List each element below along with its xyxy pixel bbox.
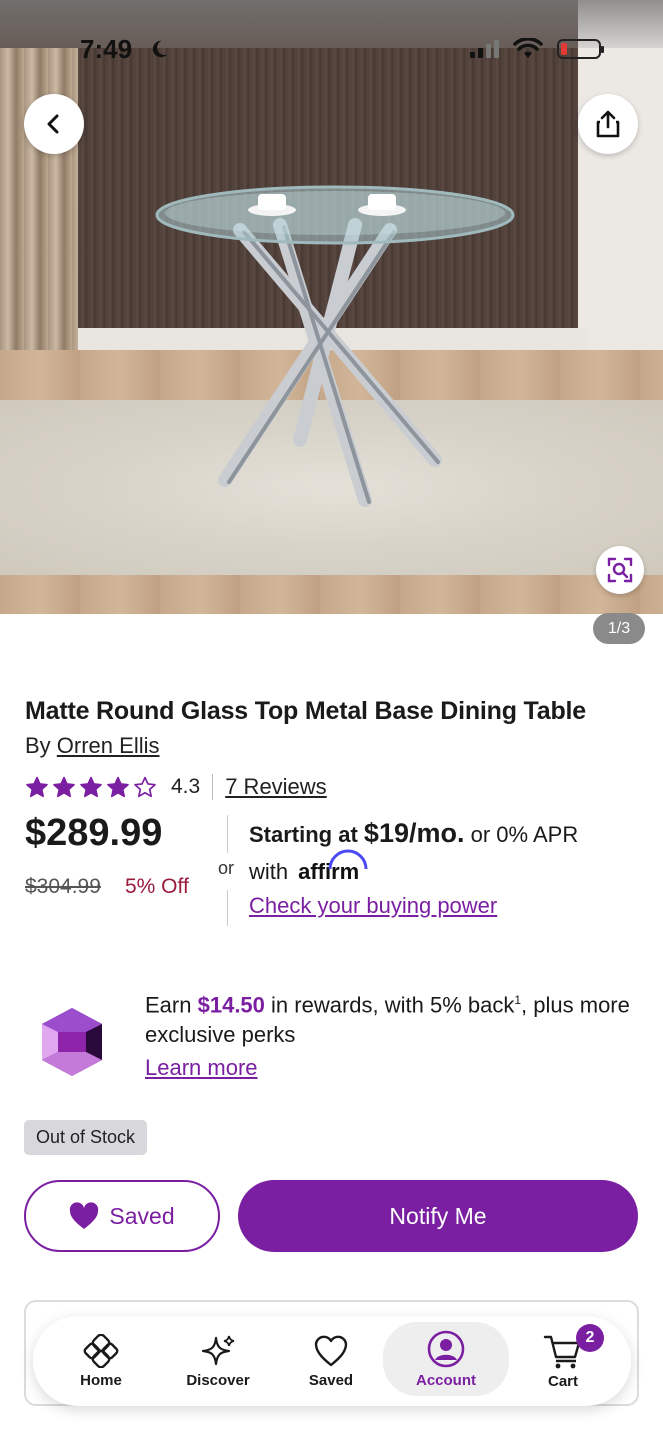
chevron-left-icon	[47, 114, 59, 134]
rating-divider	[212, 774, 214, 800]
product-image[interactable]: 7:49	[0, 0, 663, 614]
financing-provider-line: with affirm	[249, 849, 649, 885]
curtain	[0, 48, 78, 358]
monthly-price: $19/mo.	[363, 818, 465, 848]
rewards-gem-icon	[42, 1008, 102, 1076]
saved-button[interactable]: Saved	[24, 1180, 220, 1252]
tab-account[interactable]: Account	[383, 1322, 509, 1396]
financing-offer: Starting at $19/mo. or 0% APR with affir…	[249, 818, 649, 919]
share-button[interactable]	[578, 94, 638, 154]
tab-saved-label: Saved	[308, 1371, 354, 1389]
star-filled-icon	[26, 776, 48, 798]
star-filled-icon	[53, 776, 75, 798]
cellular-signal-icon	[470, 40, 499, 58]
visual-search-icon	[607, 557, 633, 583]
with-label: with	[249, 859, 289, 884]
apr-text: or 0% APR	[470, 822, 579, 847]
tab-home[interactable]: Home	[57, 1316, 145, 1406]
back-button[interactable]	[24, 94, 84, 154]
sparkle-icon	[201, 1335, 235, 1365]
saved-button-label: Saved	[109, 1202, 175, 1229]
tab-cart-label: Cart	[547, 1372, 578, 1390]
product-title: Matte Round Glass Top Metal Base Dining …	[25, 697, 586, 725]
notify-me-button[interactable]: Notify Me	[238, 1180, 638, 1252]
heart-filled-icon	[70, 1202, 99, 1229]
image-pager-counter: 1/3	[593, 613, 645, 644]
heart-icon	[314, 1335, 348, 1366]
rewards-text: Earn $14.50 in rewards, with 5% back1, p…	[145, 985, 635, 1050]
tab-discover[interactable]: Discover	[171, 1316, 265, 1406]
rewards-earn: Earn	[145, 992, 192, 1018]
divider-top	[227, 815, 228, 853]
status-icons	[470, 38, 604, 60]
home-icon	[83, 1333, 119, 1368]
moon-icon	[152, 40, 168, 58]
battery-icon	[557, 39, 604, 59]
bottom-tab-bar: Home Discover Saved Account Cart 2	[33, 1316, 631, 1406]
affirm-logo: affirm	[298, 849, 368, 885]
rewards-amount: $14.50	[197, 992, 265, 1018]
star-filled-icon	[107, 776, 129, 798]
divider-bottom	[227, 890, 228, 926]
status-time: 7:49	[80, 34, 133, 64]
star-rating	[25, 776, 157, 798]
or-label: or	[218, 858, 235, 878]
account-icon	[427, 1330, 465, 1367]
learn-more-link[interactable]: Learn more	[145, 1055, 258, 1081]
tab-discover-label: Discover	[186, 1371, 250, 1389]
financing-line: Starting at $19/mo. or 0% APR	[249, 818, 649, 849]
discount-label: 5% Off	[125, 875, 189, 898]
cart-count-badge: 2	[576, 1324, 604, 1352]
share-icon	[596, 110, 620, 138]
brand-link[interactable]: Orren Ellis	[57, 733, 160, 758]
current-price: $289.99	[25, 812, 163, 854]
rating-value: 4.3	[171, 775, 201, 798]
was-price: $304.99	[25, 875, 101, 898]
brand-byline: By Orren Ellis	[25, 733, 159, 759]
reviews-link[interactable]: 7 Reviews	[225, 774, 326, 800]
starting-at-label: Starting at	[249, 822, 358, 847]
stock-status-badge: Out of Stock	[24, 1120, 148, 1155]
tab-account-label: Account	[416, 1371, 476, 1389]
rating-row: 4.3 7 Reviews	[25, 772, 327, 802]
tab-home-label: Home	[80, 1371, 122, 1389]
star-filled-icon	[80, 776, 102, 798]
star-empty-icon	[134, 776, 156, 798]
rewards-text-1: in rewards, with 5% back	[271, 992, 515, 1018]
glass-table-illustration	[155, 185, 515, 507]
wifi-icon	[513, 38, 543, 58]
tab-saved[interactable]: Saved	[287, 1316, 375, 1406]
visual-search-button[interactable]	[596, 546, 644, 594]
affirm-arc-icon	[328, 849, 368, 870]
by-prefix: By	[25, 733, 57, 758]
check-buying-power-link[interactable]: Check your buying power	[249, 893, 649, 919]
